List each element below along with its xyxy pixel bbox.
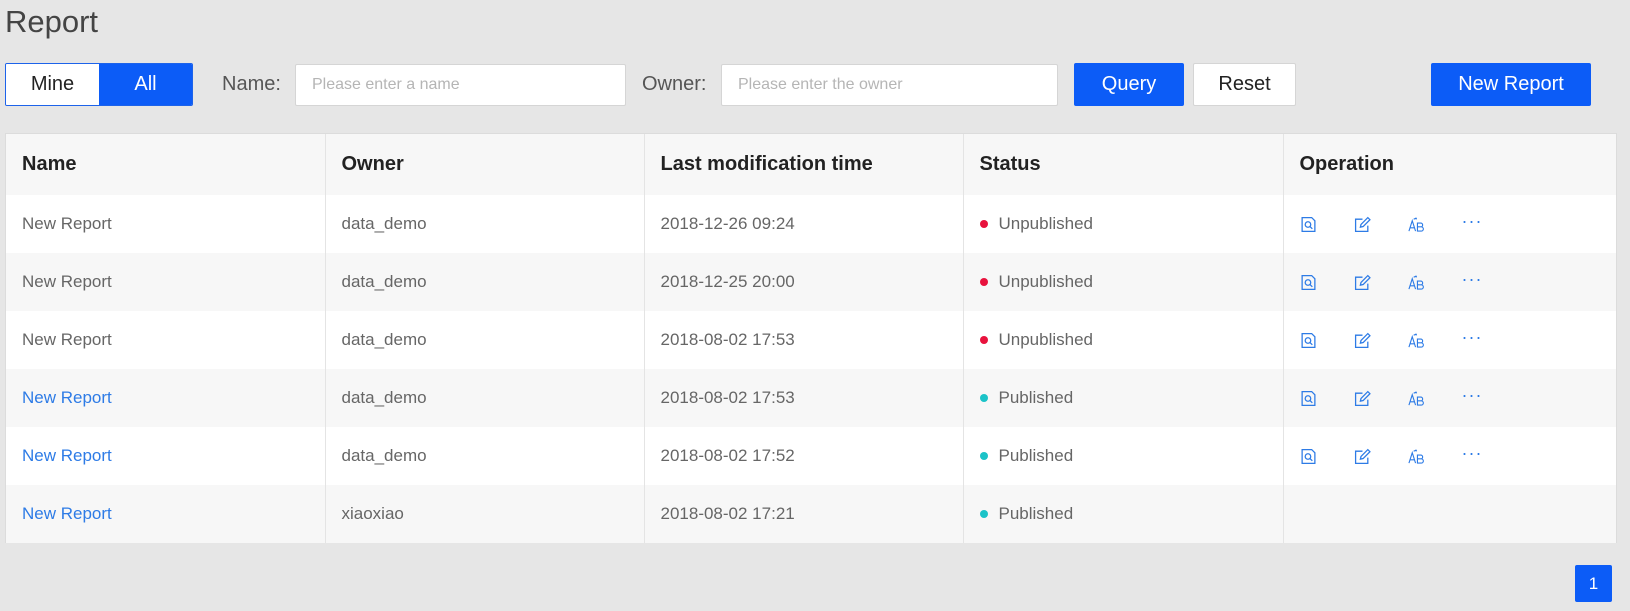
column-header-owner[interactable]: Owner [325,134,645,195]
row-operations: ··· [1300,328,1617,352]
cell-owner: xiaoxiao [325,485,645,543]
edit-icon[interactable] [1354,270,1408,294]
column-header-status[interactable]: Status [963,134,1284,195]
more-icon[interactable]: ··· [1462,325,1516,349]
cell-name: New Report [6,195,326,253]
cell-modified: 2018-08-02 17:21 [644,485,964,543]
report-name[interactable]: New Report [22,388,112,407]
table-header-row: Name Owner Last modification time Status… [6,134,1616,195]
more-icon[interactable]: ··· [1462,383,1516,407]
filter-toolbar: Mine All Name: Owner: Query Reset New Re… [0,62,1630,106]
cell-name: New Report [6,253,326,311]
cell-name[interactable]: New Report [6,485,326,543]
more-icon[interactable]: ··· [1462,441,1516,465]
edit-icon[interactable] [1354,444,1408,468]
table-row: New Report data_demo 2018-08-02 17:52 Publi… [6,427,1616,485]
cell-status: Unpublished [963,195,1284,253]
column-header-modified[interactable]: Last modification time [644,134,964,195]
report-name: New Report [22,330,112,349]
cell-modified: 2018-12-26 09:24 [644,195,964,253]
status-dot-icon [979,335,988,344]
owner-filter-label: Owner: [642,73,707,95]
owner-filter-input[interactable] [721,64,1058,106]
scope-all-button[interactable]: All [99,64,192,105]
preview-icon[interactable] [1300,212,1354,236]
new-report-button[interactable]: New Report [1431,63,1591,106]
preview-icon[interactable] [1300,386,1354,410]
status-label: Unpublished [998,272,1094,291]
edit-icon[interactable] [1354,386,1408,410]
row-operations: ··· [1300,270,1617,294]
cell-owner: data_demo [325,427,645,485]
row-operations: ··· [1300,212,1617,236]
cell-operation: ··· [1283,311,1616,369]
cell-operation: ··· [1283,369,1616,427]
page-title: Report [5,4,99,39]
cell-operation: ··· [1283,195,1616,253]
query-button[interactable]: Query [1074,63,1184,106]
cell-name: New Report [6,311,326,369]
scope-mine-button[interactable]: Mine [6,64,99,105]
reset-button[interactable]: Reset [1193,63,1296,106]
scope-toggle: Mine All [5,63,193,106]
report-name: New Report [22,214,112,233]
table-row: New Report data_demo 2018-08-02 17:53 Unpub… [6,311,1616,369]
cell-modified: 2018-08-02 17:52 [644,427,964,485]
cell-owner: data_demo [325,311,645,369]
table-row: New Report data_demo 2018-12-25 20:00 Unpub… [6,253,1616,311]
status-dot-icon [979,219,988,228]
rename-icon[interactable] [1407,212,1462,236]
status-label: Published [998,388,1074,407]
row-operations: ··· [1300,444,1617,468]
report-name: New Report [22,272,112,291]
cell-modified: 2018-12-25 20:00 [644,253,964,311]
report-table: Name Owner Last modification time Status… [5,133,1617,543]
name-filter-label: Name: [222,73,281,95]
cell-status: Published [963,427,1284,485]
edit-icon[interactable] [1354,328,1408,352]
cell-operation: ··· [1283,427,1616,485]
pagination-page-1[interactable]: 1 [1575,565,1612,602]
more-icon[interactable]: ··· [1462,267,1516,291]
status-label: Unpublished [998,330,1094,349]
edit-icon[interactable] [1354,212,1408,236]
cell-name[interactable]: New Report [6,427,326,485]
preview-icon[interactable] [1300,444,1354,468]
cell-operation: ··· [1283,253,1616,311]
cell-status: Unpublished [963,253,1284,311]
cell-name[interactable]: New Report [6,369,326,427]
column-header-name[interactable]: Name [6,134,326,195]
preview-icon[interactable] [1300,270,1354,294]
rename-icon[interactable] [1407,444,1462,468]
table-row: New Report data_demo 2018-08-02 17:53 Publi… [6,369,1616,427]
cell-owner: data_demo [325,195,645,253]
status-dot-icon [979,451,988,460]
status-dot-icon [979,509,988,518]
cell-status: Unpublished [963,311,1284,369]
status-label: Published [998,504,1074,523]
status-label: Published [998,446,1074,465]
rename-icon[interactable] [1407,270,1462,294]
status-dot-icon [979,277,988,286]
cell-owner: data_demo [325,253,645,311]
cell-modified: 2018-08-02 17:53 [644,311,964,369]
status-dot-icon [979,393,988,402]
cell-owner: data_demo [325,369,645,427]
row-operations: ··· [1300,386,1617,410]
cell-status: Published [963,485,1284,543]
report-name[interactable]: New Report [22,504,112,523]
table-row: New Report data_demo 2018-12-26 09:24 Unpub… [6,195,1616,253]
preview-icon[interactable] [1300,328,1354,352]
rename-icon[interactable] [1407,386,1462,410]
more-icon[interactable]: ··· [1462,209,1516,233]
column-header-operation: Operation [1283,134,1616,195]
table-row: New Report xiaoxiao 2018-08-02 17:21 Publis… [6,485,1616,543]
rename-icon[interactable] [1407,328,1462,352]
cell-status: Published [963,369,1284,427]
name-filter-input[interactable] [295,64,626,106]
cell-modified: 2018-08-02 17:53 [644,369,964,427]
cell-operation [1283,485,1616,543]
status-label: Unpublished [998,214,1094,233]
report-name[interactable]: New Report [22,446,112,465]
